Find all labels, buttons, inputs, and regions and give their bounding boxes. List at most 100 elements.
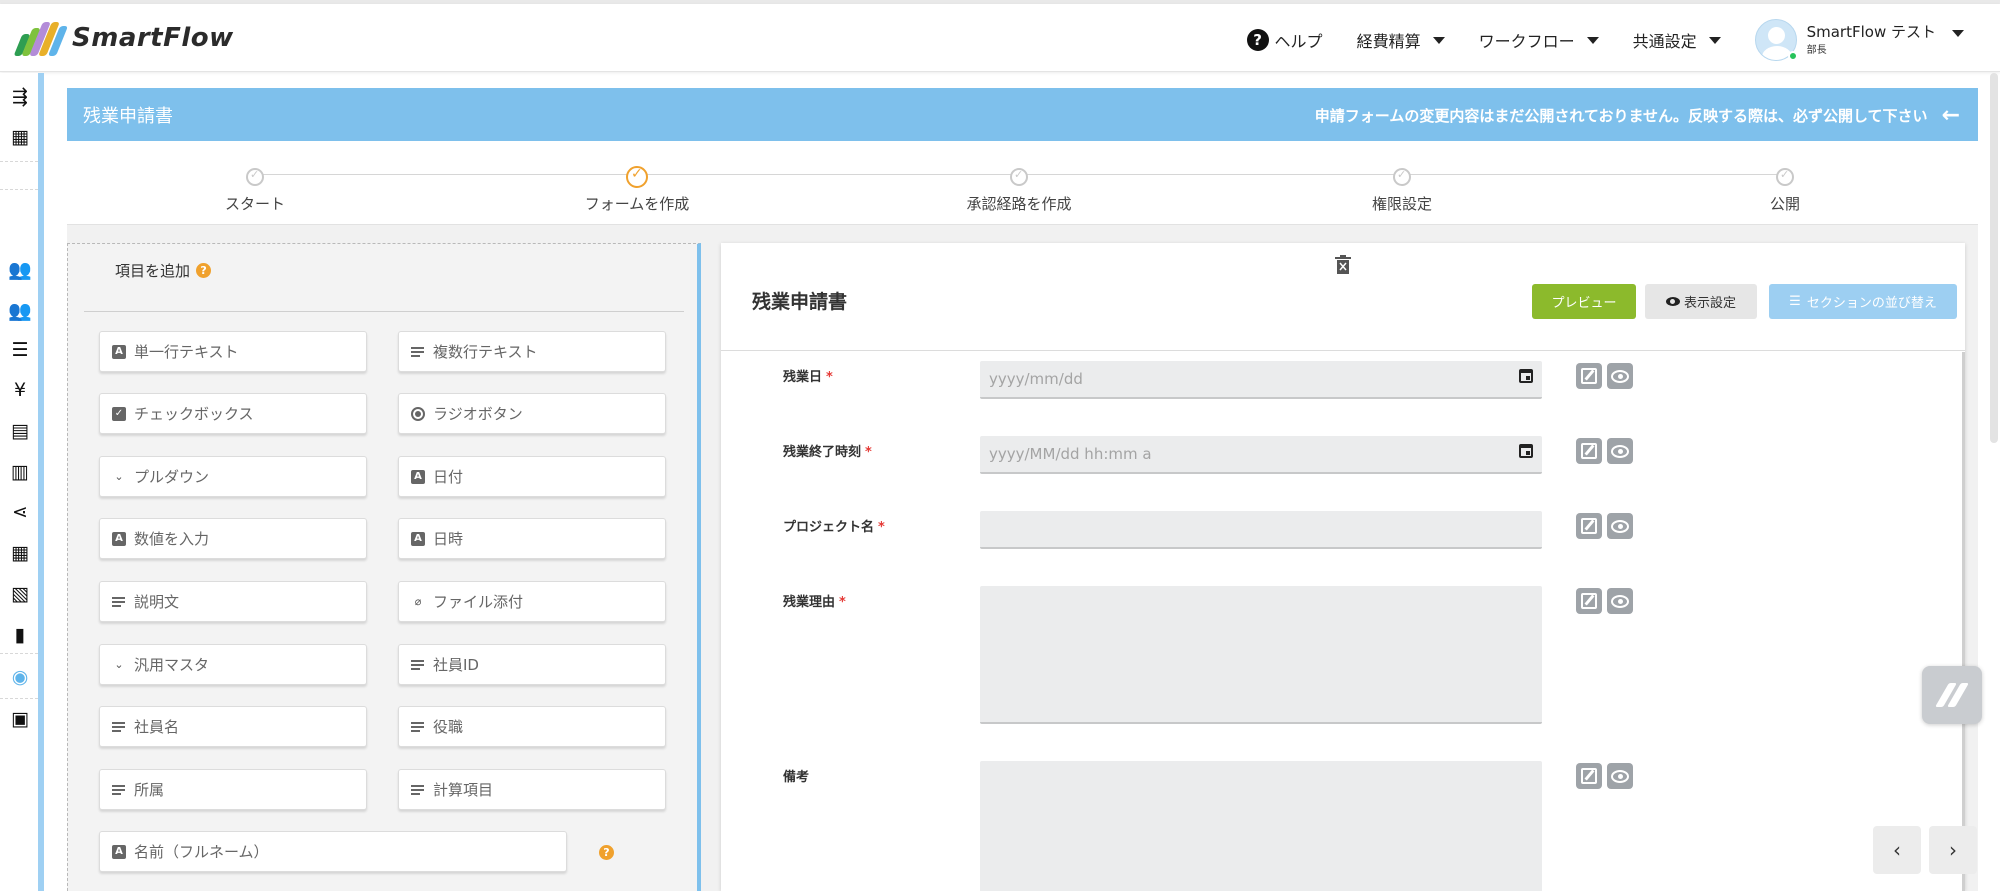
field-label-overtime-date: 残業日 * bbox=[783, 370, 833, 385]
overtime-date-input[interactable]: yyyy/mm/dd bbox=[980, 361, 1542, 399]
palette-heading: 項目を追加 ? bbox=[115, 260, 212, 281]
overtime-reason-textarea[interactable] bbox=[980, 586, 1542, 724]
text-a-icon: A bbox=[112, 531, 126, 546]
add-datetime[interactable]: A 日時 bbox=[398, 518, 666, 559]
palette-item-label: 社員ID bbox=[433, 656, 479, 674]
calendar-icon[interactable] bbox=[1519, 444, 1533, 458]
palette-icon[interactable]: ◉ bbox=[8, 665, 32, 689]
add-employee-id[interactable]: 社員ID bbox=[398, 644, 666, 685]
step-progress: スタート フォームを作成 承認経路を作成 権限設定 公開 bbox=[67, 141, 1978, 225]
sort-sections-button[interactable]: ☰ セクションの並び替え bbox=[1769, 284, 1957, 319]
field-label-overtime-reason: 残業理由 * bbox=[783, 595, 846, 610]
add-dropdown[interactable]: ⌄ プルダウン bbox=[99, 456, 367, 497]
users-icon[interactable]: 👥 bbox=[8, 257, 32, 281]
calendar-icon[interactable] bbox=[1519, 369, 1533, 383]
eye-icon[interactable] bbox=[1607, 363, 1633, 389]
ledger-icon[interactable]: ▤ bbox=[8, 419, 32, 443]
lines-icon bbox=[112, 720, 126, 734]
add-description[interactable]: 説明文 bbox=[99, 581, 367, 622]
check-circle-icon bbox=[1010, 168, 1028, 186]
rail-divider bbox=[0, 161, 38, 162]
back-arrow-icon[interactable]: ← bbox=[1942, 104, 1960, 126]
add-multi-line-text[interactable]: 複数行テキスト bbox=[398, 331, 666, 372]
edit-icon[interactable] bbox=[1576, 513, 1602, 539]
display-settings-label: 表示設定 bbox=[1683, 296, 1736, 311]
eye-icon[interactable] bbox=[1607, 438, 1633, 464]
user-menu[interactable]: SmartFlow テスト 部長 bbox=[1754, 19, 1964, 61]
sort-icon: ☰ bbox=[1789, 294, 1801, 309]
step-permissions[interactable]: 権限設定 bbox=[1302, 168, 1502, 214]
remarks-textarea[interactable] bbox=[980, 761, 1542, 891]
overtime-end-input[interactable]: yyyy/MM/dd hh:mm a bbox=[980, 436, 1542, 474]
prev-page-button[interactable]: ‹ bbox=[1873, 826, 1921, 874]
user-name: SmartFlow テスト bbox=[1806, 23, 1936, 41]
step-create-form[interactable]: フォームを作成 bbox=[537, 166, 737, 214]
palette-item-label: 日付 bbox=[433, 468, 464, 486]
step-approval-route[interactable]: 承認経路を作成 bbox=[919, 168, 1119, 214]
add-calculated-field[interactable]: 計算項目 bbox=[398, 769, 666, 810]
add-general-master[interactable]: ⌄ 汎用マスタ bbox=[99, 644, 367, 685]
smartflow-assistant-button[interactable] bbox=[1922, 666, 1982, 724]
field-label-overtime-end: 残業終了時刻 * bbox=[783, 445, 872, 460]
palette-item-label: チェックボックス bbox=[134, 405, 254, 423]
list-icon[interactable]: ☰ bbox=[8, 338, 32, 362]
users-icon[interactable]: 👥 bbox=[8, 298, 32, 322]
notice-text: 申請フォームの変更内容はまだ公開されておりません。反映する際は、必ず公開して下さ… bbox=[1314, 107, 1928, 125]
smartflow-logo[interactable]: SmartFlow bbox=[12, 20, 234, 56]
edit-icon[interactable] bbox=[1576, 588, 1602, 614]
wallet-icon[interactable]: ▣ bbox=[8, 707, 32, 731]
step-label: 権限設定 bbox=[1371, 195, 1432, 213]
project-name-input[interactable] bbox=[980, 511, 1542, 549]
add-number[interactable]: A 数値を入力 bbox=[99, 518, 367, 559]
lines-icon bbox=[411, 658, 425, 672]
share-icon[interactable]: ⋖ bbox=[8, 500, 32, 524]
eye-icon[interactable] bbox=[1607, 588, 1633, 614]
trash-icon[interactable] bbox=[1335, 255, 1351, 275]
logo-mark-icon bbox=[12, 20, 69, 56]
edit-icon[interactable] bbox=[1576, 763, 1602, 789]
field-label-remarks: 備考 bbox=[783, 770, 810, 785]
palette-item-label: プルダウン bbox=[134, 468, 210, 486]
add-employee-name[interactable]: 社員名 bbox=[99, 706, 367, 747]
eye-icon[interactable] bbox=[1607, 513, 1633, 539]
next-page-button[interactable]: › bbox=[1929, 826, 1977, 874]
add-field-palette: 項目を追加 ? A 単一行テキスト 複数行テキスト ✓ チェックボックス ラジオボタ… bbox=[67, 243, 701, 891]
nav-common-settings[interactable]: 共通設定 bbox=[1633, 28, 1721, 52]
palette-divider bbox=[84, 311, 684, 312]
page-scrollbar[interactable] bbox=[1990, 73, 1998, 443]
nav-label: 経費精算 bbox=[1356, 32, 1421, 51]
edit-icon[interactable] bbox=[1576, 438, 1602, 464]
add-radio-button[interactable]: ラジオボタン bbox=[398, 393, 666, 434]
add-department[interactable]: 所属 bbox=[99, 769, 367, 810]
nav-workflow[interactable]: ワークフロー bbox=[1479, 28, 1599, 52]
library-icon[interactable]: ▧ bbox=[8, 582, 32, 606]
preview-button[interactable]: プレビュー bbox=[1532, 284, 1636, 319]
menu-toggle-icon[interactable]: ⇶ bbox=[8, 85, 32, 109]
nav-expense[interactable]: 経費精算 bbox=[1357, 28, 1445, 52]
display-settings-button[interactable]: 表示設定 bbox=[1645, 284, 1757, 319]
building-icon[interactable]: ▦ bbox=[8, 125, 32, 149]
add-checkbox[interactable]: ✓ チェックボックス bbox=[99, 393, 367, 434]
radio-icon bbox=[411, 406, 425, 421]
help-link[interactable]: ? ヘルプ bbox=[1246, 28, 1323, 52]
rail-divider bbox=[0, 698, 38, 699]
help-icon[interactable]: ? bbox=[196, 263, 212, 278]
step-label: 承認経路を作成 bbox=[966, 195, 1072, 213]
nav-label: ワークフロー bbox=[1478, 32, 1575, 51]
table-icon[interactable]: ▦ bbox=[8, 541, 32, 565]
eye-icon[interactable] bbox=[1607, 763, 1633, 789]
yen-icon[interactable]: ¥ bbox=[8, 378, 32, 402]
top-nav: ? ヘルプ 経費精算 ワークフロー 共通設定 SmartFlow テスト 部長 bbox=[1246, 19, 1964, 61]
step-start[interactable]: スタート bbox=[155, 168, 355, 214]
lines-icon bbox=[411, 345, 425, 359]
add-single-line-text[interactable]: A 単一行テキスト bbox=[99, 331, 367, 372]
document-icon[interactable]: ▮ bbox=[8, 623, 32, 647]
help-icon[interactable]: ? bbox=[599, 845, 614, 860]
edit-icon[interactable] bbox=[1576, 363, 1602, 389]
add-file-attachment[interactable]: ⌀ ファイル添付 bbox=[398, 581, 666, 622]
step-publish[interactable]: 公開 bbox=[1685, 168, 1885, 214]
add-position[interactable]: 役職 bbox=[398, 706, 666, 747]
add-date[interactable]: A 日付 bbox=[398, 456, 666, 497]
add-full-name[interactable]: A 名前（フルネーム） bbox=[99, 831, 567, 872]
receipt-icon[interactable]: ▥ bbox=[8, 460, 32, 484]
